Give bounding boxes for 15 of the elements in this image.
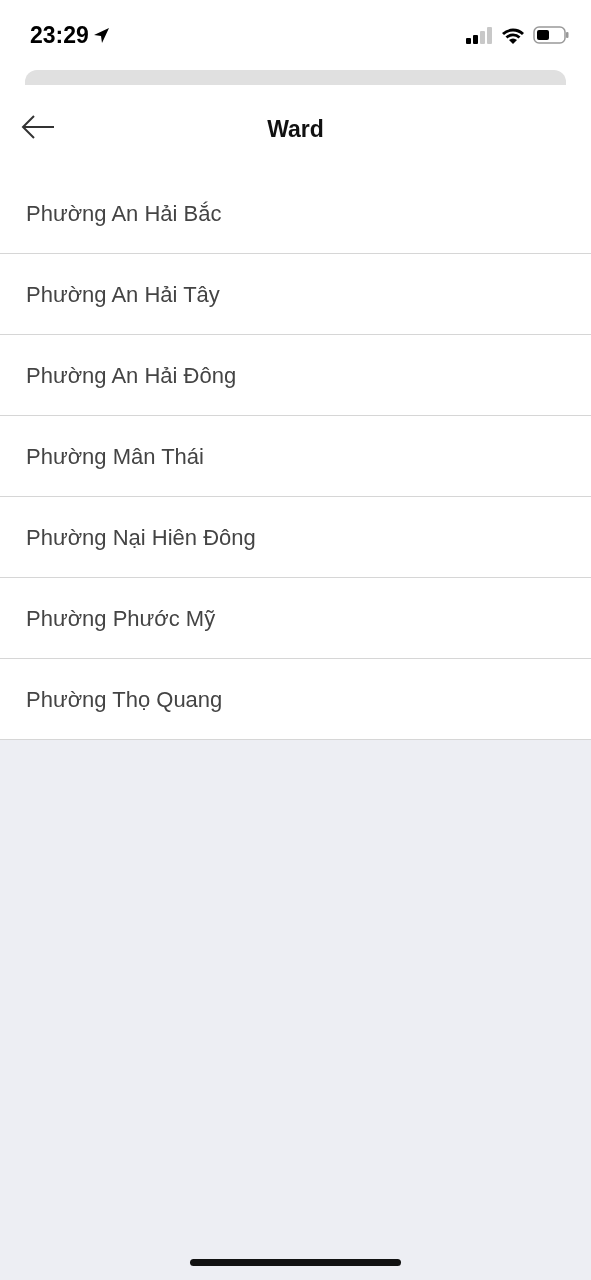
ward-list-item[interactable]: Phường An Hải Đông	[0, 335, 591, 416]
location-arrow-icon	[92, 26, 110, 44]
clock-time: 23:29	[30, 20, 89, 50]
ward-list-item[interactable]: Phường Thọ Quang	[0, 659, 591, 740]
back-arrow-icon	[20, 113, 56, 141]
battery-icon	[533, 26, 569, 44]
signal-icon	[466, 26, 493, 44]
ward-list-item[interactable]: Phường Phước Mỹ	[0, 578, 591, 659]
ward-list-item[interactable]: Phường Nại Hiên Đông	[0, 497, 591, 578]
ward-list-item[interactable]: Phường Mân Thái	[0, 416, 591, 497]
wifi-icon	[501, 26, 525, 44]
back-button[interactable]	[20, 113, 56, 141]
page-title: Ward	[267, 114, 324, 144]
ward-list-item[interactable]: Phường An Hải Tây	[0, 254, 591, 335]
ward-list-item[interactable]: Phường An Hải Bắc	[0, 173, 591, 254]
